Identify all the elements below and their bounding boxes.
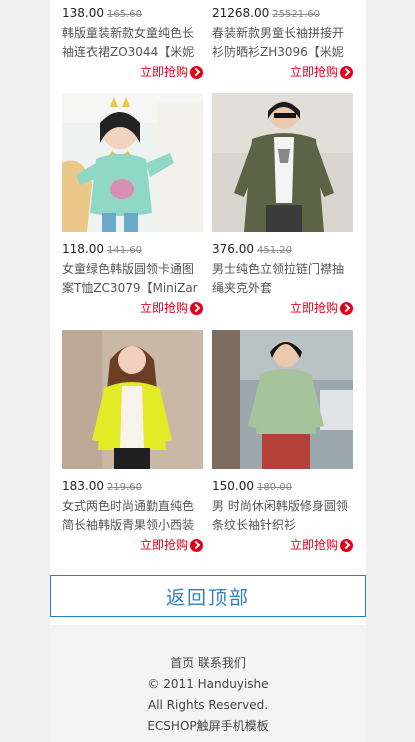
arrow-right-icon bbox=[190, 538, 203, 552]
arrow-right-icon bbox=[340, 301, 353, 315]
product-price: 138.00 bbox=[62, 6, 104, 20]
buy-now-label: 立即抢购 bbox=[289, 65, 338, 79]
footer-link-home[interactable]: 首页 bbox=[170, 656, 194, 670]
product-old-price: 25521.60 bbox=[272, 9, 320, 20]
price-row: 150.00 180.00 bbox=[212, 478, 353, 494]
arrow-right-icon bbox=[340, 538, 353, 552]
product-grid: 138.00 165.60 韩版童装新款女童纯色长袖连衣裙ZO3044【米妮 立即… bbox=[50, 0, 366, 566]
product-title[interactable]: 男 时尚休闲韩版修身圆领条纹长袖针织衫 bbox=[212, 497, 353, 535]
product-price: 21268.00 bbox=[212, 6, 270, 20]
arrow-right-icon bbox=[190, 301, 203, 315]
footer: 首页 联系我们 © 2011 Handuyishe All Rights Res… bbox=[50, 625, 366, 742]
product-price: 376.00 bbox=[212, 242, 254, 256]
buy-now-label: 立即抢购 bbox=[289, 538, 338, 552]
product-image[interactable] bbox=[62, 93, 203, 232]
product-title[interactable]: 韩版童装新款女童纯色长袖连衣裙ZO3044【米妮 bbox=[62, 24, 203, 62]
buy-now-label: 立即抢购 bbox=[139, 65, 188, 79]
price-row: 118.00 141.60 bbox=[62, 241, 203, 257]
product-old-price: 141.60 bbox=[107, 245, 142, 256]
product-title[interactable]: 男士纯色立领拉链门襟抽绳夹克外套 bbox=[212, 260, 353, 298]
price-row: 376.00 451.20 bbox=[212, 241, 353, 257]
buy-now-label: 立即抢购 bbox=[139, 538, 188, 552]
product-image[interactable] bbox=[62, 330, 203, 469]
page: 138.00 165.60 韩版童装新款女童纯色长袖连衣裙ZO3044【米妮 立即… bbox=[50, 0, 366, 742]
price-row: 183.00 219.60 bbox=[62, 478, 203, 494]
buy-now-button[interactable]: 立即抢购 bbox=[140, 300, 203, 316]
footer-link-contact[interactable]: 联系我们 bbox=[198, 656, 246, 670]
product-image-girl-green-tee bbox=[62, 93, 203, 232]
product-image[interactable] bbox=[212, 93, 353, 232]
buy-now-button[interactable]: 立即抢购 bbox=[290, 300, 353, 316]
price-row: 21268.00 25521.60 bbox=[212, 5, 353, 21]
product-price: 150.00 bbox=[212, 479, 254, 493]
buy-now-button[interactable]: 立即抢购 bbox=[140, 537, 203, 553]
product-price: 118.00 bbox=[62, 242, 104, 256]
product-old-price: 451.20 bbox=[257, 245, 292, 256]
product-title[interactable]: 女童绿色韩版圆领卡通图案T恤ZC3079【MiniZaru bbox=[62, 260, 203, 298]
product-image-woman-yellow-blazer bbox=[62, 330, 203, 469]
product-title[interactable]: 女式两色时尚通勤直纯色简长袖韩版青果领小西装 bbox=[62, 497, 203, 535]
product-title[interactable]: 春装新款男童长袖拼接开衫防晒衫ZH3096【米妮 bbox=[212, 24, 353, 62]
product-price: 183.00 bbox=[62, 479, 104, 493]
price-row: 138.00 165.60 bbox=[62, 5, 203, 21]
buy-now-label: 立即抢购 bbox=[139, 301, 188, 315]
footer-copyright: © 2011 Handuyishe bbox=[147, 677, 269, 691]
footer-rights: All Rights Reserved. bbox=[147, 698, 269, 712]
product-image[interactable] bbox=[212, 330, 353, 469]
product-image-man-olive-jacket bbox=[212, 93, 353, 232]
buy-now-button[interactable]: 立即抢购 bbox=[290, 64, 353, 80]
product-image-man-green-sweater bbox=[212, 330, 353, 469]
footer-template: ECSHOP触屏手机模板 bbox=[147, 719, 269, 733]
product-old-price: 180.00 bbox=[257, 482, 292, 493]
buy-now-button[interactable]: 立即抢购 bbox=[140, 64, 203, 80]
product-old-price: 165.60 bbox=[107, 9, 142, 20]
back-to-top-button[interactable]: 返回顶部 bbox=[50, 575, 366, 617]
footer-links: 首页 联系我们 bbox=[50, 653, 366, 674]
arrow-right-icon bbox=[340, 65, 353, 79]
product-old-price: 219.60 bbox=[107, 482, 142, 493]
buy-now-label: 立即抢购 bbox=[289, 301, 338, 315]
buy-now-button[interactable]: 立即抢购 bbox=[290, 537, 353, 553]
arrow-right-icon bbox=[190, 65, 203, 79]
